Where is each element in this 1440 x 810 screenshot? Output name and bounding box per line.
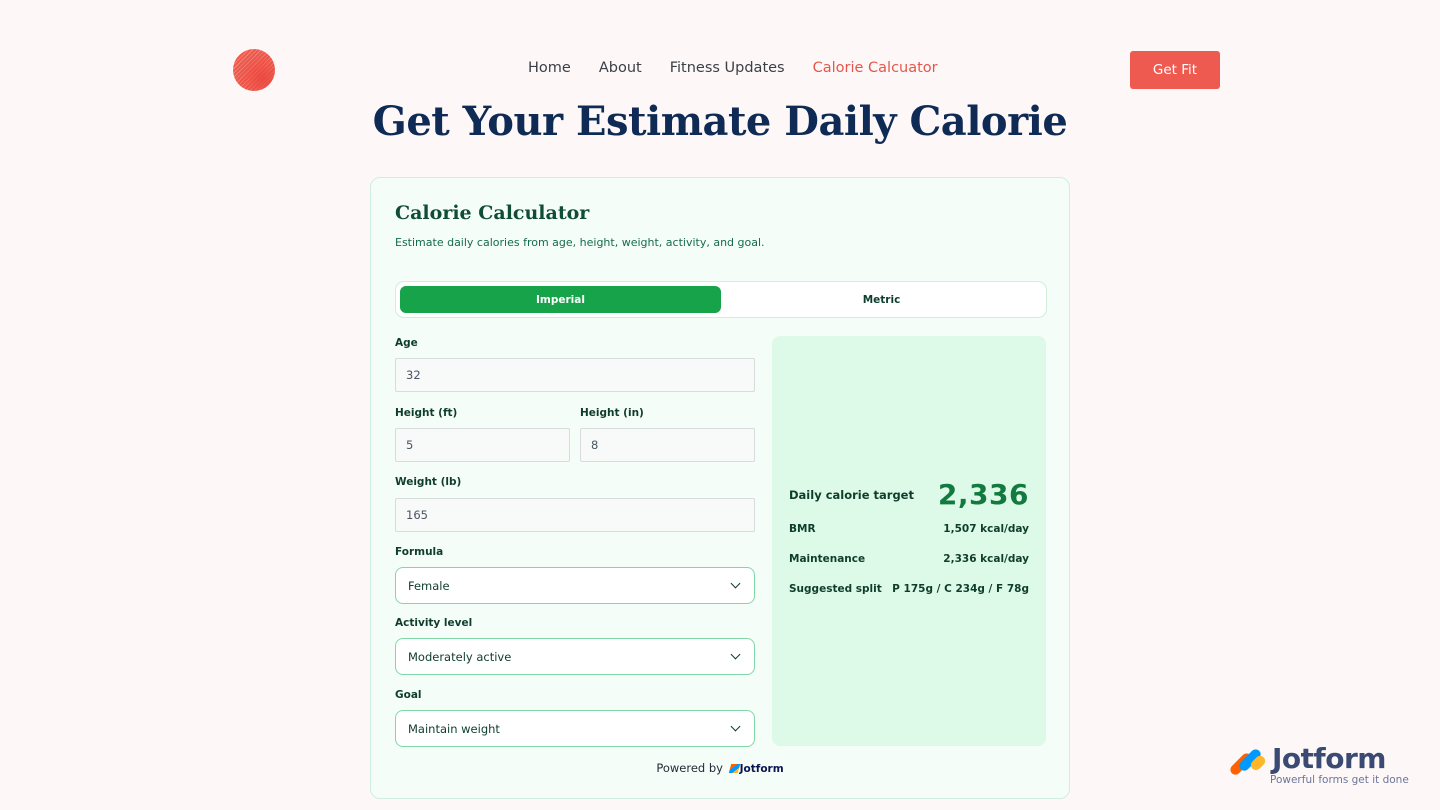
nav-item-calorie-calculator[interactable]: Calorie Calcuator — [813, 60, 938, 76]
height-ft-label: Height (ft) — [395, 407, 458, 419]
activity-select[interactable]: Moderately active — [395, 638, 755, 675]
page-title: Get Your Estimate Daily Calorie — [372, 98, 1068, 145]
result-row: Maintenance 2,336 kcal/day — [789, 553, 1029, 565]
jotform-logo-icon — [1228, 747, 1268, 779]
powered-by-footer: Powered by Jotform — [371, 761, 1069, 775]
unit-toggle: Imperial Metric — [395, 281, 1047, 318]
get-fit-button[interactable]: Get Fit — [1130, 51, 1220, 89]
jotform-badge[interactable]: Jotform Powerful forms get it done — [1228, 742, 1409, 789]
chevron-down-icon — [730, 721, 741, 732]
bmr-label: BMR — [789, 523, 816, 535]
weight-input[interactable]: 165 — [395, 498, 755, 532]
main-nav: Home About Fitness Updates Calorie Calcu… — [528, 60, 938, 76]
nav-item-fitness-updates[interactable]: Fitness Updates — [670, 60, 785, 76]
calculator-card: Calorie Calculator Estimate daily calori… — [370, 177, 1070, 799]
nav-item-about[interactable]: About — [599, 60, 642, 76]
chevron-down-icon — [730, 649, 741, 660]
chevron-down-icon — [730, 578, 741, 589]
bmr-value: 1,507 kcal/day — [943, 523, 1029, 535]
height-ft-input[interactable]: 5 — [395, 428, 570, 462]
jotform-badge-name: Jotform — [1272, 742, 1386, 775]
maintenance-value: 2,336 kcal/day — [943, 553, 1029, 565]
daily-target-row: Daily calorie target 2,336 — [789, 478, 1029, 511]
height-in-label: Height (in) — [580, 407, 644, 419]
activity-label: Activity level — [395, 617, 473, 629]
formula-label: Formula — [395, 546, 444, 558]
goal-select[interactable]: Maintain weight — [395, 710, 755, 747]
maintenance-label: Maintenance — [789, 553, 866, 565]
result-row: BMR 1,507 kcal/day — [789, 523, 1029, 535]
goal-label: Goal — [395, 689, 422, 701]
weight-label: Weight (lb) — [395, 476, 462, 488]
unit-option-imperial[interactable]: Imperial — [400, 286, 721, 313]
age-input[interactable]: 32 — [395, 358, 755, 392]
daily-target-value: 2,336 — [937, 478, 1029, 511]
jotform-badge-tagline: Powerful forms get it done — [1270, 774, 1409, 786]
calculator-subtitle: Estimate daily calories from age, height… — [395, 236, 765, 249]
split-value: P 175g / C 234g / F 78g — [892, 583, 1029, 595]
jotform-logo-icon — [728, 764, 740, 773]
result-row: Suggested split P 175g / C 234g / F 78g — [789, 583, 1029, 595]
age-label: Age — [395, 337, 418, 349]
formula-select-value: Female — [408, 578, 450, 593]
daily-target-label: Daily calorie target — [789, 487, 914, 502]
calculator-title: Calorie Calculator — [395, 202, 590, 224]
goal-select-value: Maintain weight — [408, 721, 500, 736]
split-label: Suggested split — [789, 583, 882, 595]
formula-select[interactable]: Female — [395, 567, 755, 604]
results-panel: Daily calorie target 2,336 BMR 1,507 kca… — [772, 336, 1046, 746]
activity-select-value: Moderately active — [408, 649, 512, 664]
powered-by-prefix: Powered by — [656, 761, 723, 775]
height-in-input[interactable]: 8 — [580, 428, 755, 462]
unit-option-metric[interactable]: Metric — [721, 286, 1042, 313]
powered-by-brand[interactable]: Jotform — [740, 763, 784, 775]
site-logo-icon[interactable] — [233, 49, 275, 91]
nav-item-home[interactable]: Home — [528, 60, 571, 76]
